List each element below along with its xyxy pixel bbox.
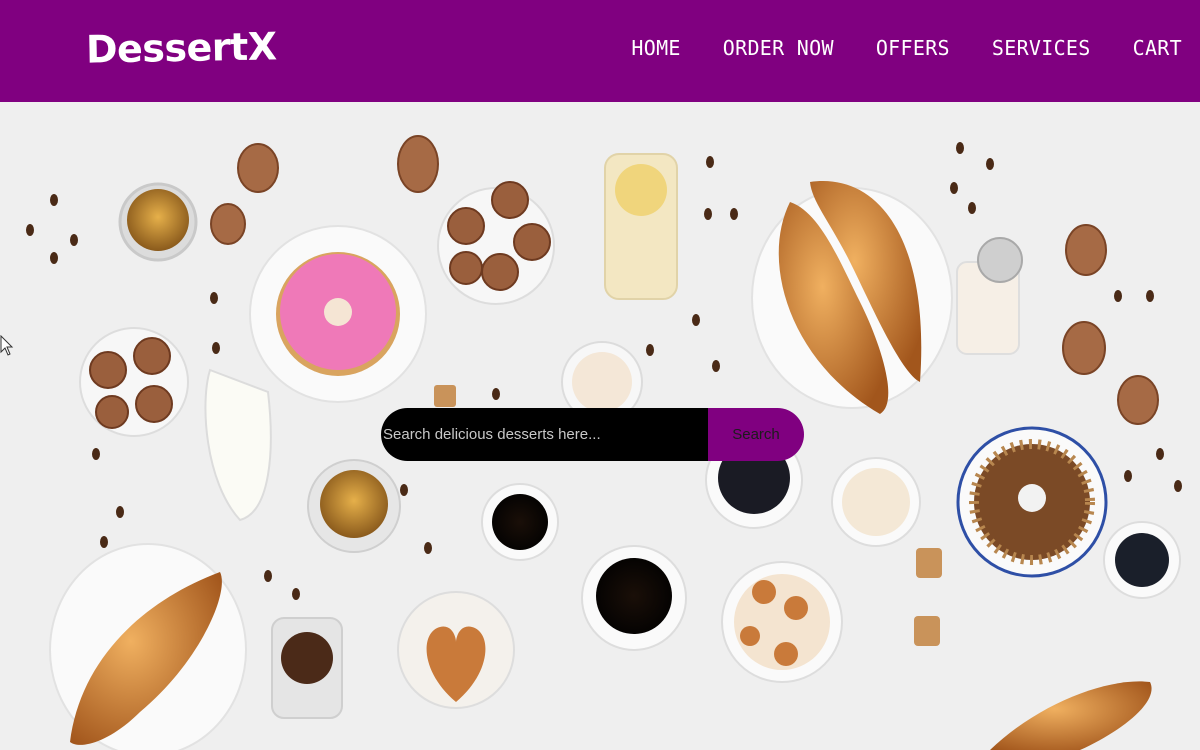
honey-jar <box>604 153 678 300</box>
search-input[interactable] <box>381 408 708 461</box>
navbar: DessertX HOME ORDER NOW OFFERS SERVICES … <box>0 0 1200 102</box>
nav-cart[interactable]: CART <box>1133 36 1182 60</box>
nav-order-now[interactable]: ORDER NOW <box>723 36 834 60</box>
search-button[interactable]: Search <box>708 408 804 461</box>
nut-donut <box>956 426 1108 578</box>
main-nav: HOME ORDER NOW OFFERS SERVICES CART <box>589 36 1182 60</box>
nav-home[interactable]: HOME <box>631 36 680 60</box>
nav-offers[interactable]: OFFERS <box>876 36 950 60</box>
tea-glass <box>118 182 198 262</box>
hero-banner: Search <box>0 102 1200 750</box>
nav-services[interactable]: SERVICES <box>992 36 1091 60</box>
mouse-cursor-icon <box>0 335 14 356</box>
bean-jar <box>271 617 343 719</box>
search-bar: Search <box>381 408 804 461</box>
pink-donut <box>249 225 427 403</box>
macaron-bowl-left <box>79 327 189 437</box>
brand-logo[interactable]: DessertX <box>86 24 277 71</box>
